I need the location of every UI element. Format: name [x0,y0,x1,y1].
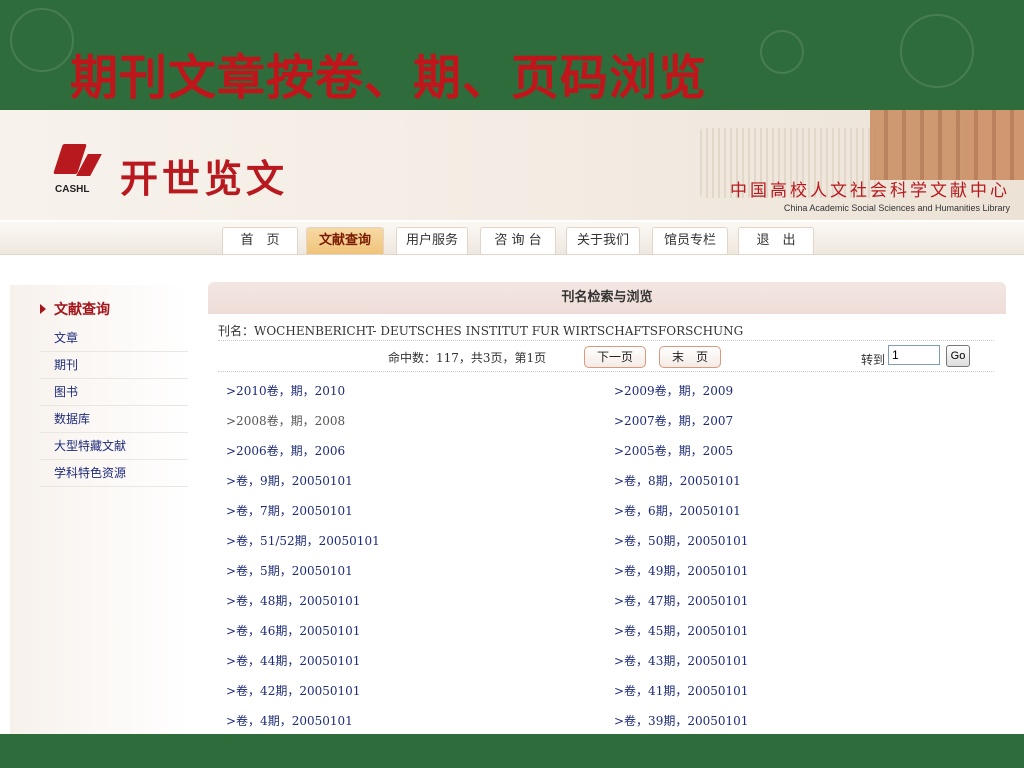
issue-link[interactable]: >卷，48期，20050101 [226,592,360,609]
nav-user-services[interactable]: 用户服务 [396,227,468,254]
list-row: >2010卷，期，2010 >2009卷，期，2009 [226,378,996,408]
issue-link[interactable]: >2008卷，期，2008 [226,412,345,429]
sidebar-list: 文章 期刊 图书 数据库 大型特藏文献 学科特色资源 [40,325,188,487]
issue-link[interactable]: >卷，50期，20050101 [614,532,748,549]
issue-link[interactable]: >卷，47期，20050101 [614,592,748,609]
issue-link[interactable]: >卷，43期，20050101 [614,652,748,669]
list-row: >2006卷，期，2006 >2005卷，期，2005 [226,438,996,468]
go-button[interactable]: Go [946,345,970,367]
screenshot-frame: CASHL 开世览文 中国高校人文社会科学文献中心 China Academic… [0,110,1024,734]
main-nav: 首 页 文献查询 用户服务 咨 询 台 关于我们 馆员专栏 退 出 [0,222,1024,255]
slide-bottom-band [0,734,1024,768]
issue-link[interactable]: >卷，44期，20050101 [226,652,360,669]
issue-link[interactable]: >卷，5期，20050101 [226,562,353,579]
issue-link[interactable]: >2007卷，期，2007 [614,412,733,429]
next-page-button[interactable]: 下一页 [584,346,646,368]
decorative-doodle [10,8,74,72]
site-header: CASHL 开世览文 中国高校人文社会科学文献中心 China Academic… [0,110,1024,220]
goto-label: 转到 [861,353,886,367]
journal-name: 刊名：WOCHENBERICHT- DEUTSCHES INSTITUT FUR… [218,324,744,338]
logo-subtext: CASHL [55,184,90,195]
issue-link[interactable]: >卷，6期，20050101 [614,502,741,519]
bookshelf-decoration [870,110,1024,180]
pagination-bar: 命中数：117，共3页，第1页 下一页 末 页 转到 Go [218,340,994,372]
sidebar-item-articles[interactable]: 文章 [40,325,188,352]
hit-count: 命中数：117，共3页，第1页 [388,351,547,365]
decorative-doodle [900,14,974,88]
nav-about-us[interactable]: 关于我们 [566,227,640,254]
issue-link[interactable]: >2010卷，期，2010 [226,382,345,399]
list-row: >2008卷，期，2008 >2007卷，期，2007 [226,408,996,438]
sidebar-item-special-collections[interactable]: 大型特藏文献 [40,433,188,460]
nav-help-desk[interactable]: 咨 询 台 [480,227,556,254]
issue-list: >2010卷，期，2010 >2009卷，期，2009 >2008卷，期，200… [226,378,996,734]
sidebar-item-subject-resources[interactable]: 学科特色资源 [40,460,188,487]
issue-link[interactable]: >卷，46期，20050101 [226,622,360,639]
decorative-doodle [760,30,804,74]
last-page-button[interactable]: 末 页 [659,346,721,368]
org-name-en: China Academic Social Sciences and Human… [783,203,1010,213]
issue-link[interactable]: >卷，39期，20050101 [614,712,748,729]
nav-librarian-column[interactable]: 馆员专栏 [652,227,728,254]
nav-literature-search[interactable]: 文献查询 [306,227,384,254]
list-row: >卷，7期，20050101 >卷，6期，20050101 [226,498,996,528]
list-row: >卷，44期，20050101 >卷，43期，20050101 [226,648,996,678]
issue-link[interactable]: >2009卷，期，2009 [614,382,733,399]
list-row: >卷，51/52期，20050101 >卷，50期，20050101 [226,528,996,558]
nav-logout[interactable]: 退 出 [738,227,814,254]
list-row: >卷，48期，20050101 >卷，47期，20050101 [226,588,996,618]
goto-page-input[interactable] [888,345,940,365]
triangle-right-icon [40,304,46,314]
sidebar-item-databases[interactable]: 数据库 [40,406,188,433]
issue-link[interactable]: >2005卷，期，2005 [614,442,733,459]
sidebar-item-books[interactable]: 图书 [40,379,188,406]
issue-link[interactable]: >卷，4期，20050101 [226,712,353,729]
issue-link[interactable]: >2006卷，期，2006 [226,442,345,459]
list-row: >卷，9期，20050101 >卷，8期，20050101 [226,468,996,498]
nav-home[interactable]: 首 页 [222,227,298,254]
issue-link[interactable]: >卷，9期，20050101 [226,472,353,489]
sidebar-heading[interactable]: 文献查询 [54,299,110,319]
list-row: >卷，42期，20050101 >卷，41期，20050101 [226,678,996,708]
list-row: >卷，46期，20050101 >卷，45期，20050101 [226,618,996,648]
issue-link[interactable]: >卷，42期，20050101 [226,682,360,699]
org-name-cn: 中国高校人文社会科学文献中心 [730,181,1010,201]
issue-link[interactable]: >卷，7期，20050101 [226,502,353,519]
issue-link[interactable]: >卷，41期，20050101 [614,682,748,699]
slide-title: 期刊文章按卷、期、页码浏览 [70,50,708,106]
cashl-logo-icon[interactable] [53,138,102,182]
issue-link[interactable]: >卷，51/52期，20050101 [226,532,380,549]
panel-heading: 刊名检索与浏览 [208,282,1006,314]
list-row: >卷，5期，20050101 >卷，49期，20050101 [226,558,996,588]
issue-link[interactable]: >卷，45期，20050101 [614,622,748,639]
list-row: >卷，4期，20050101 >卷，39期，20050101 [226,708,996,734]
issue-link[interactable]: >卷，49期，20050101 [614,562,748,579]
logo-text: 开世览文 [120,156,289,201]
sidebar-item-journals[interactable]: 期刊 [40,352,188,379]
issue-link[interactable]: >卷，8期，20050101 [614,472,741,489]
sidebar: 文献查询 文章 期刊 图书 数据库 大型特藏文献 学科特色资源 [10,285,188,734]
